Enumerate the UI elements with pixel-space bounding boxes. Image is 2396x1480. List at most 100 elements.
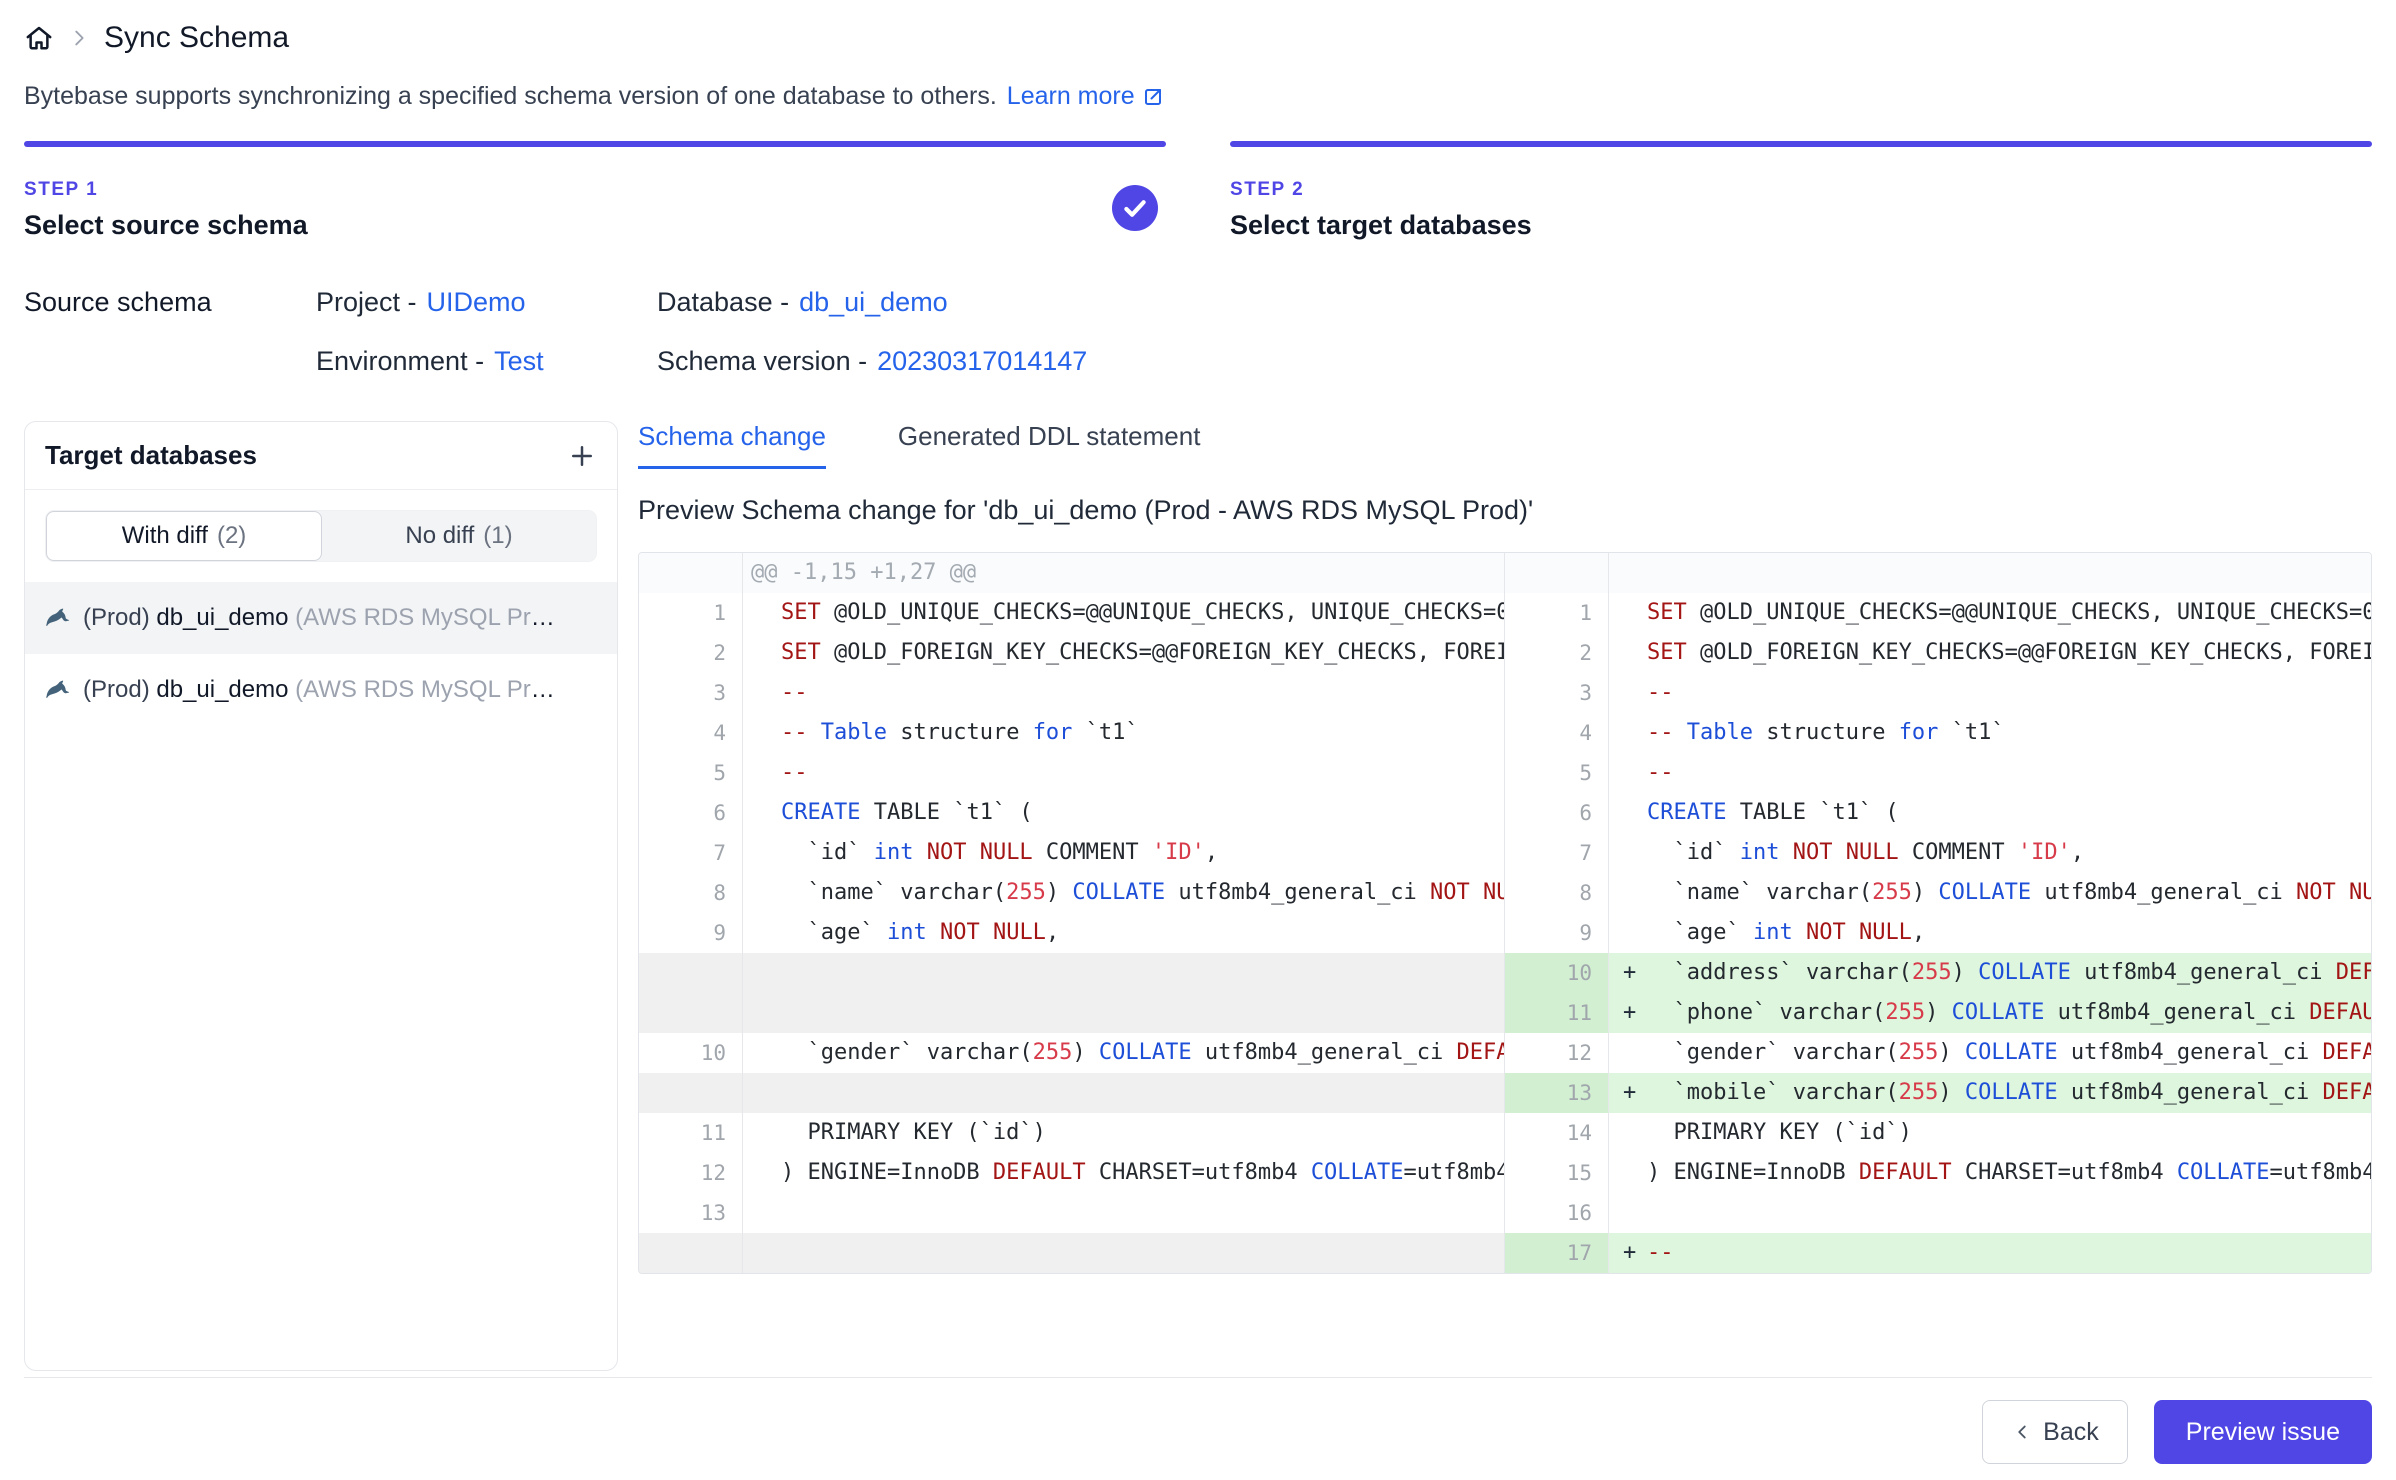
diff-code-left: ) ENGINE=InnoDB DEFAULT CHARSET=utf8mb4 … [743,1153,1505,1193]
page-description: Bytebase supports synchronizing a specif… [24,82,2372,111]
diff-line-number-left: 4 [639,713,743,753]
diff-code-left [743,993,1505,1033]
add-target-database-button[interactable] [567,441,597,471]
diff-hunk-header: @@ -1,15 +1,27 @@ [743,553,1505,593]
diff-code-right: CREATE TABLE `t1` ( [1609,793,2371,833]
diff-line-number-right: 10 [1505,953,1609,993]
diff-code-left: SET @OLD_FOREIGN_KEY_CHECKS=@@FOREIGN_KE… [743,633,1505,673]
step-2: STEP 2 Select target databases [1230,141,2372,241]
diff-code-left: `gender` varchar(255) COLLATE utf8mb4_ge… [743,1033,1505,1073]
database-list-item[interactable]: (Prod) db_ui_demo (AWS RDS MySQL Prod) [25,582,617,654]
back-button[interactable]: Back [1982,1400,2128,1464]
diff-code-left: PRIMARY KEY (`id`) [743,1113,1505,1153]
project-link[interactable]: UIDemo [427,287,526,317]
diff-line-number-right: 12 [1505,1033,1609,1073]
diff-line-number-left: 3 [639,673,743,713]
tab-generated-ddl[interactable]: Generated DDL statement [898,421,1201,469]
diff-code-right: `gender` varchar(255) COLLATE utf8mb4_ge… [1609,1033,2371,1073]
diff-code-left: `name` varchar(255) COLLATE utf8mb4_gene… [743,873,1505,913]
target-databases-title: Target databases [45,440,257,471]
tab-schema-change[interactable]: Schema change [638,421,826,469]
chevron-left-icon [2011,1421,2033,1443]
diff-code-left: -- [743,753,1505,793]
diff-grid: @@ -1,15 +1,27 @@1SET @OLD_UNIQUE_CHECKS… [639,553,2371,1273]
footer-divider [24,1377,2372,1378]
diff-code-left: CREATE TABLE `t1` ( [743,793,1505,833]
tab-no-diff[interactable]: No diff (1) [322,511,596,561]
diff-code-right: `id` int NOT NULL COMMENT 'ID', [1609,833,2371,873]
tab-with-diff[interactable]: With diff (2) [46,511,322,561]
learn-more-label: Learn more [1007,82,1135,111]
diff-line-number-left [639,1073,743,1113]
description-text: Bytebase supports synchronizing a specif… [24,82,997,111]
preview-title: Preview Schema change for 'db_ui_demo (P… [638,495,2372,526]
step-2-label: STEP 2 [1230,179,2372,201]
no-diff-label: No diff [405,522,474,550]
step-1-title: Select source schema [24,210,1166,241]
schema-preview-panel: Schema change Generated DDL statement Pr… [638,421,2372,1274]
diff-viewer[interactable]: @@ -1,15 +1,27 @@1SET @OLD_UNIQUE_CHECKS… [638,552,2372,1274]
main-content: Target databases With diff (2) No diff (… [24,421,2372,1371]
diff-line-number-left: 9 [639,913,743,953]
diff-code-right: + `address` varchar(255) COLLATE utf8mb4… [1609,953,2371,993]
diff-code-left [743,1073,1505,1113]
diff-line-number-left: 5 [639,753,743,793]
diff-code-left: -- [743,673,1505,713]
plus-icon [567,441,597,471]
external-link-icon [1141,85,1165,109]
diff-hunk-gutter-left [639,553,743,593]
source-schema-summary: Source schema Project -UIDemo Database -… [24,287,2372,377]
diff-line-number-right: 13 [1505,1073,1609,1113]
diff-code-right: PRIMARY KEY (`id`) [1609,1113,2371,1153]
database-label: (Prod) db_ui_demo (AWS RDS MySQL Prod) [83,676,563,704]
diff-line-number-left [639,993,743,1033]
diff-line-number-left [639,1233,743,1273]
diff-line-number-right: 1 [1505,593,1609,633]
diff-code-left [743,1193,1505,1233]
no-diff-count: (1) [483,522,512,550]
sync-schema-page: Sync Schema Bytebase supports synchroniz… [0,0,2396,1478]
diff-line-number-left: 8 [639,873,743,913]
database-link[interactable]: db_ui_demo [799,287,948,317]
with-diff-count: (2) [217,522,246,550]
diff-line-number-left: 1 [639,593,743,633]
diff-hunk-right [1609,553,2371,593]
diff-line-number-right: 5 [1505,753,1609,793]
diff-sign: + [1617,1233,1647,1273]
diff-code-right: -- Table structure for `t1` [1609,713,2371,753]
step-1: STEP 1 Select source schema [24,141,1166,241]
diff-code-right: + `mobile` varchar(255) COLLATE utf8mb4_… [1609,1073,2371,1113]
learn-more-link[interactable]: Learn more [1007,82,1165,111]
with-diff-label: With diff [122,522,208,550]
diff-code-right: -- [1609,753,2371,793]
database-label-text: Database - [657,287,789,317]
diff-code-right: ) ENGINE=InnoDB DEFAULT CHARSET=utf8mb4 … [1609,1153,2371,1193]
diff-code-right: `name` varchar(255) COLLATE utf8mb4_gene… [1609,873,2371,913]
preview-issue-button[interactable]: Preview issue [2154,1400,2372,1464]
diff-hunk-gutter-right [1505,553,1609,593]
step-2-title: Select target databases [1230,210,2372,241]
diff-code-left [743,953,1505,993]
diff-line-number-left: 12 [639,1153,743,1193]
page-title: Sync Schema [104,21,289,55]
diff-line-number-right: 16 [1505,1193,1609,1233]
schema-version-link[interactable]: 20230317014147 [877,346,1087,376]
database-label: (Prod) db_ui_demo (AWS RDS MySQL Prod) [83,604,563,632]
diff-line-number-left [639,953,743,993]
breadcrumb-chevron-icon [68,27,90,49]
diff-line-number-right: 14 [1505,1113,1609,1153]
diff-code-right [1609,1193,2371,1233]
diff-code-left [743,1233,1505,1273]
database-list-item[interactable]: (Prod) db_ui_demo (AWS RDS MySQL Prod) [25,654,617,726]
diff-sign: + [1617,1073,1647,1113]
footer: Back Preview issue [24,1400,2372,1478]
preview-tabs: Schema change Generated DDL statement [638,421,2372,469]
source-field-database: Database - db_ui_demo [657,287,2372,318]
mysql-engine-icon [45,677,71,703]
home-icon[interactable] [24,23,54,53]
diff-code-right: +-- [1609,1233,2371,1273]
diff-line-number-right: 9 [1505,913,1609,953]
diff-line-number-right: 3 [1505,673,1609,713]
environment-link[interactable]: Test [494,346,544,376]
diff-code-left: `id` int NOT NULL COMMENT 'ID', [743,833,1505,873]
